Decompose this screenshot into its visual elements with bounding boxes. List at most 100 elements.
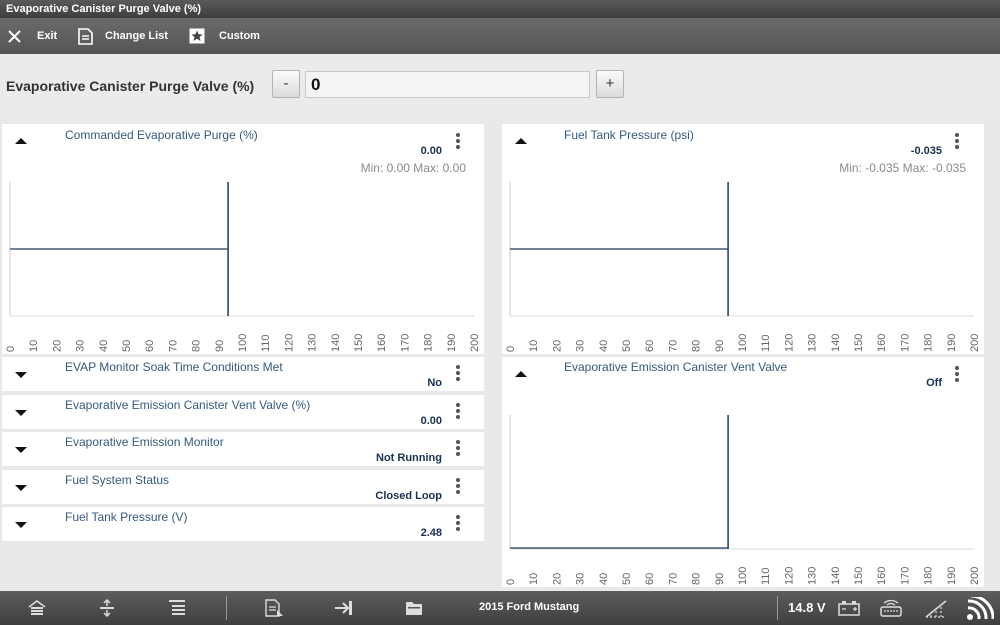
battery-icon xyxy=(838,601,860,616)
list-item[interactable]: EVAP Monitor Soak Time Conditions Met No xyxy=(2,357,484,391)
parameter-value-field[interactable]: 0 xyxy=(305,71,590,98)
expand-arrow-icon[interactable] xyxy=(15,372,27,378)
axis-tick-label: 30 xyxy=(575,340,587,352)
kebab-menu-icon[interactable] xyxy=(951,366,963,384)
axis-tick-label: 190 xyxy=(446,334,458,352)
parameter-control-row: Evaporative Canister Purge Valve (%) - 0… xyxy=(0,54,1000,120)
axis-tick-label: 60 xyxy=(644,340,656,352)
axis-tick-label: 160 xyxy=(876,567,888,585)
panel-minmax: Min: -0.035 Max: -0.035 xyxy=(839,161,966,175)
axis-tick-label: 130 xyxy=(807,334,819,352)
exit-label: Exit xyxy=(37,30,58,42)
kebab-menu-icon[interactable] xyxy=(452,478,464,496)
increment-button[interactable]: + xyxy=(596,70,624,98)
expand-arrow-icon[interactable] xyxy=(15,485,27,491)
row-title: Fuel Tank Pressure (V) xyxy=(65,510,188,524)
vehicle-name: 2015 Ford Mustang xyxy=(479,601,580,613)
divider xyxy=(226,596,227,620)
axis-tick-label: 150 xyxy=(853,334,865,352)
axis-tick-label: 70 xyxy=(167,340,179,352)
axis-tick-label: 40 xyxy=(598,573,610,585)
row-title: Evaporative Emission Canister Vent Valve… xyxy=(65,398,311,412)
axis-tick-label: 180 xyxy=(923,567,935,585)
folder-icon[interactable] xyxy=(404,599,424,617)
expand-arrow-icon[interactable] xyxy=(15,410,27,416)
list-item[interactable]: Fuel System Status Closed Loop xyxy=(2,470,484,504)
axis-tick-label: 70 xyxy=(667,573,679,585)
axis-tick-label: 140 xyxy=(330,334,342,352)
change-list-button[interactable]: Change List xyxy=(78,18,168,54)
collapse-arrow-icon[interactable] xyxy=(515,138,527,144)
axis-tick-label: 130 xyxy=(307,334,319,352)
axis-tick-label: 100 xyxy=(737,334,749,352)
collapse-arrow-icon[interactable] xyxy=(515,371,527,377)
panel-title: Commanded Evaporative Purge (%) xyxy=(65,128,258,142)
collapse-icon[interactable] xyxy=(167,599,187,617)
window-title: Evaporative Canister Purge Valve (%) xyxy=(0,0,1000,18)
axis-tick-label: 60 xyxy=(144,340,156,352)
custom-label: Custom xyxy=(219,30,260,42)
row-value: 2.48 xyxy=(420,527,442,539)
custom-button[interactable]: Custom xyxy=(189,18,260,54)
graph: 0 10 20 30 40 50 60 70 80 90 100 110 120 130 140 150 160… xyxy=(5,182,481,352)
panel-vent-valve: Evaporative Emission Canister Vent Valve… xyxy=(502,357,984,587)
axis-tick-label: 180 xyxy=(423,334,435,352)
axis-tick-label: 160 xyxy=(376,334,388,352)
divider xyxy=(777,596,778,620)
axis-tick-label: 10 xyxy=(528,340,540,352)
battery-voltage: 14.8 V xyxy=(788,600,826,615)
axis-tick-label: 200 xyxy=(969,567,981,585)
axis-tick-label: 200 xyxy=(469,334,481,352)
panel-value: Off xyxy=(926,377,942,389)
axis-tick-label: 80 xyxy=(691,340,703,352)
axis-tick-label: 170 xyxy=(899,334,911,352)
axis-tick-label: 90 xyxy=(214,340,226,352)
kebab-menu-icon[interactable] xyxy=(452,365,464,383)
list-item[interactable]: Evaporative Emission Canister Vent Valve… xyxy=(2,395,484,429)
list-item[interactable]: Fuel Tank Pressure (V) 2.48 xyxy=(2,507,484,541)
kebab-menu-icon[interactable] xyxy=(452,133,464,151)
axis-tick-label: 20 xyxy=(51,340,63,352)
axis-tick-label: 40 xyxy=(598,340,610,352)
expand-arrow-icon[interactable] xyxy=(15,447,27,453)
toolbar: Exit Change List Custom xyxy=(0,18,1000,54)
report-icon[interactable] xyxy=(264,599,284,617)
axis-tick-label: 90 xyxy=(714,573,726,585)
home-icon[interactable] xyxy=(27,599,47,617)
axis-tick-label: 200 xyxy=(969,334,981,352)
row-title: Evaporative Emission Monitor xyxy=(65,435,224,449)
no-signal-icon xyxy=(925,600,947,618)
axis-tick-label: 10 xyxy=(528,573,540,585)
expand-arrow-icon[interactable] xyxy=(15,522,27,528)
kebab-menu-icon[interactable] xyxy=(452,440,464,458)
exit-arrow-icon[interactable] xyxy=(334,599,354,617)
axis-tick-label: 30 xyxy=(75,340,87,352)
document-icon xyxy=(78,27,93,45)
axis-tick-label: 50 xyxy=(621,340,633,352)
expand-icon[interactable] xyxy=(97,599,117,617)
axis-tick-label: 60 xyxy=(644,573,656,585)
row-value: 0.00 xyxy=(420,415,442,427)
exit-button[interactable]: Exit xyxy=(8,18,57,54)
axis-tick-label: 150 xyxy=(353,334,365,352)
axis-tick-label: 50 xyxy=(121,340,133,352)
list-item[interactable]: Evaporative Emission Monitor Not Running xyxy=(2,432,484,466)
axis-tick-label: 180 xyxy=(923,334,935,352)
close-icon xyxy=(8,29,21,43)
axis-tick-label: 170 xyxy=(399,334,411,352)
collapse-arrow-icon[interactable] xyxy=(15,138,27,144)
axis-tick-label: 110 xyxy=(760,567,772,585)
kebab-menu-icon[interactable] xyxy=(951,133,963,151)
decrement-button[interactable]: - xyxy=(272,70,300,98)
row-value: Not Running xyxy=(376,452,442,464)
status-bar: 2015 Ford Mustang 14.8 V xyxy=(0,591,1000,625)
kebab-menu-icon[interactable] xyxy=(452,515,464,533)
panel-title: Evaporative Emission Canister Vent Valve xyxy=(564,360,788,374)
axis-tick-label: 10 xyxy=(28,340,40,352)
change-list-label: Change List xyxy=(105,30,168,42)
axis-tick-label: 100 xyxy=(737,567,749,585)
axis-tick-label: 70 xyxy=(667,340,679,352)
axis-tick-label: 120 xyxy=(783,334,795,352)
kebab-menu-icon[interactable] xyxy=(452,403,464,421)
axis-tick-label: 20 xyxy=(551,340,563,352)
